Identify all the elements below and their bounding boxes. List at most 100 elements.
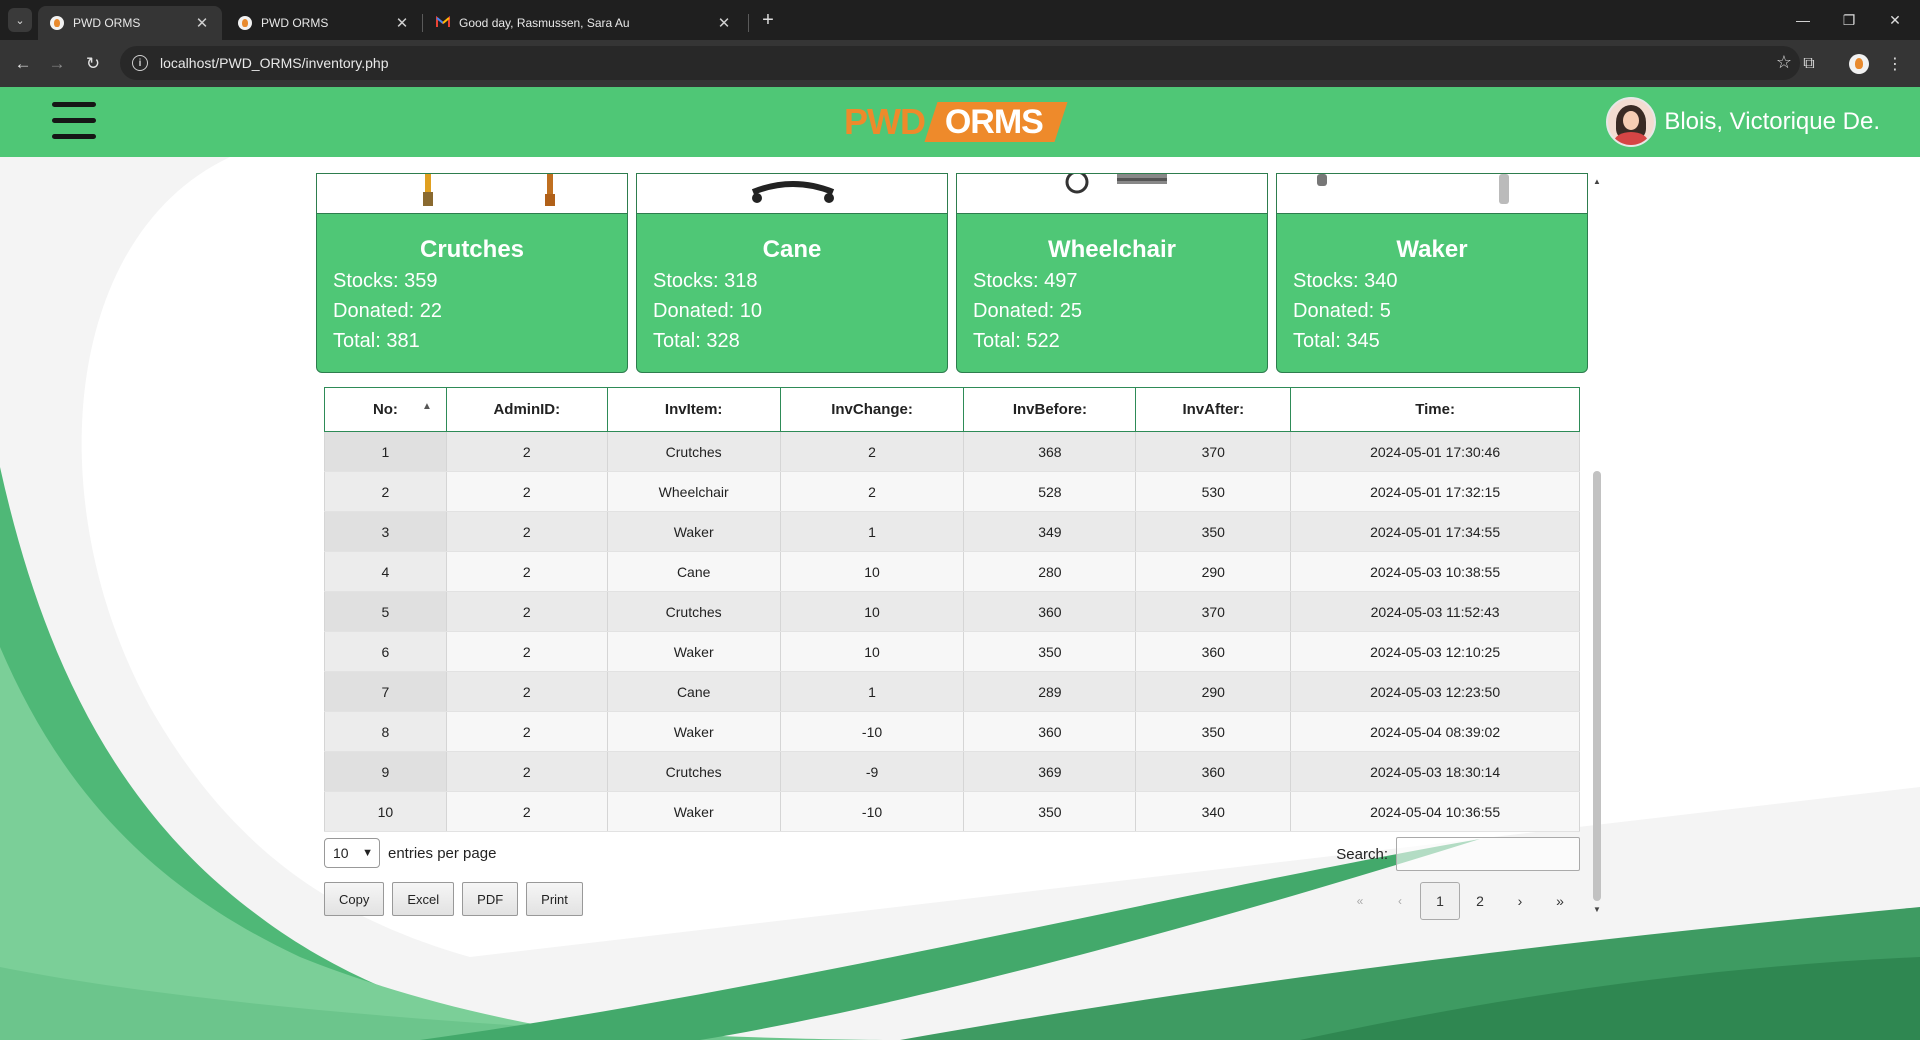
- cell-invbefore: 369: [963, 751, 1137, 792]
- cell-no: 3: [324, 511, 447, 552]
- cell-invafter: 290: [1135, 551, 1292, 592]
- column-header-invchange[interactable]: InvChange:: [779, 387, 965, 432]
- minimize-icon[interactable]: —: [1780, 0, 1826, 40]
- table-row: 7 2 Cane 1 289 290 2024-05-03 12:23:50: [324, 671, 1580, 712]
- table-row: 4 2 Cane 10 280 290 2024-05-03 10:38:55: [324, 551, 1580, 592]
- excel-button[interactable]: Excel: [392, 882, 455, 916]
- cell-no: 9: [324, 751, 447, 792]
- column-header-adminid[interactable]: AdminID:: [445, 387, 608, 432]
- cell-no: 8: [324, 711, 447, 752]
- table-row: 5 2 Crutches 10 360 370 2024-05-03 11:52:43: [324, 591, 1580, 632]
- cell-adminid: 2: [445, 751, 608, 792]
- cell-invitem: Crutches: [606, 751, 781, 792]
- cell-invbefore: 360: [963, 711, 1137, 752]
- card-stocks: Stocks: 318: [653, 270, 758, 292]
- cell-invitem: Wheelchair: [606, 471, 781, 512]
- cell-invafter: 290: [1135, 671, 1292, 712]
- tab-separator: [748, 14, 749, 32]
- close-tab-icon[interactable]: ✕: [394, 14, 410, 32]
- cell-invafter: 530: [1135, 471, 1292, 512]
- cell-invitem: Cane: [606, 551, 781, 592]
- previous-page-button[interactable]: ‹: [1380, 882, 1420, 920]
- logo-pwd-text: PWD: [844, 101, 926, 142]
- reload-icon[interactable]: ↻: [80, 51, 106, 77]
- avatar: [1606, 97, 1657, 147]
- scroll-up-arrow-icon[interactable]: ▲: [1591, 175, 1603, 187]
- browser-menu-kebab-icon[interactable]: ⋮: [1882, 51, 1908, 77]
- address-bar[interactable]: i localhost/PWD_ORMS/inventory.php ☆: [120, 46, 1800, 80]
- scrollbar-thumb[interactable]: [1593, 471, 1601, 901]
- browser-tab-3[interactable]: Good day, Rasmussen, Sara Au ✕: [424, 6, 744, 40]
- pdf-button[interactable]: PDF: [462, 882, 519, 916]
- restore-icon[interactable]: ❐: [1826, 0, 1872, 40]
- tab-title: PWD ORMS: [261, 16, 329, 30]
- scroll-down-arrow-icon[interactable]: ▼: [1591, 903, 1603, 915]
- card-donated: Donated: 5: [1293, 300, 1391, 322]
- browser-tab-2[interactable]: PWD ORMS ✕: [226, 6, 422, 40]
- cell-adminid: 2: [445, 471, 608, 512]
- cell-time: 2024-05-01 17:32:15: [1290, 471, 1580, 512]
- search-input[interactable]: [1396, 837, 1580, 871]
- sort-ascending-icon[interactable]: ▲: [422, 401, 432, 412]
- search-label: Search:: [1336, 845, 1388, 863]
- card-total: Total: 328: [653, 330, 740, 352]
- column-header-no[interactable]: No: ▲: [324, 387, 447, 432]
- cell-invafter: 370: [1135, 431, 1292, 472]
- copy-button[interactable]: Copy: [324, 882, 385, 916]
- table-row: 6 2 Waker 10 350 360 2024-05-03 12:10:25: [324, 631, 1580, 672]
- inventory-card-cane: Cane Stocks: 318 Donated: 10 Total: 328: [636, 173, 948, 373]
- tab-search-dropdown-icon[interactable]: ⌄: [8, 8, 32, 32]
- cell-invchange: 10: [779, 631, 965, 672]
- cell-time: 2024-05-03 11:52:43: [1290, 591, 1580, 632]
- site-favicon-icon: [238, 16, 252, 30]
- column-header-time[interactable]: Time:: [1290, 387, 1580, 432]
- entries-value: 10: [333, 845, 349, 861]
- back-arrow-icon[interactable]: ←: [10, 51, 36, 77]
- card-stocks: Stocks: 340: [1293, 270, 1398, 292]
- forward-arrow-icon[interactable]: →: [44, 51, 70, 77]
- new-tab-plus-icon[interactable]: +: [756, 8, 780, 32]
- cell-invitem: Cane: [606, 671, 781, 712]
- close-tab-icon[interactable]: ✕: [716, 14, 732, 32]
- extensions-puzzle-icon[interactable]: ⧉: [1796, 51, 1822, 77]
- first-page-button[interactable]: «: [1340, 882, 1380, 920]
- site-header: PWD ORMS Blois, Victorique De.: [0, 87, 1920, 157]
- cell-invchange: -10: [779, 791, 965, 832]
- pagination: « ‹ 1 2 › »: [1340, 882, 1580, 920]
- column-header-invafter[interactable]: InvAfter:: [1135, 387, 1292, 432]
- column-header-invitem[interactable]: InvItem:: [606, 387, 781, 432]
- user-profile[interactable]: Blois, Victorique De.: [1606, 97, 1880, 147]
- cell-time: 2024-05-03 18:30:14: [1290, 751, 1580, 792]
- profile-icon[interactable]: [1846, 51, 1872, 77]
- cell-invchange: 1: [779, 671, 965, 712]
- hamburger-menu-icon[interactable]: [52, 102, 96, 142]
- table-row: 3 2 Waker 1 349 350 2024-05-01 17:34:55: [324, 511, 1580, 552]
- tab-title: Good day, Rasmussen, Sara Au: [459, 16, 630, 30]
- site-logo[interactable]: PWD ORMS: [844, 99, 1068, 145]
- cell-no: 2: [324, 471, 447, 512]
- cell-invchange: 10: [779, 591, 965, 632]
- close-window-icon[interactable]: ✕: [1872, 0, 1918, 40]
- print-button[interactable]: Print: [526, 882, 583, 916]
- cell-invafter: 350: [1135, 511, 1292, 552]
- bookmark-star-icon[interactable]: ☆: [1776, 52, 1792, 73]
- cell-adminid: 2: [445, 431, 608, 472]
- cell-no: 5: [324, 591, 447, 632]
- page-button-2[interactable]: 2: [1460, 882, 1500, 920]
- column-header-invbefore[interactable]: InvBefore:: [963, 387, 1137, 432]
- last-page-button[interactable]: »: [1540, 882, 1580, 920]
- tab-title: PWD ORMS: [73, 16, 141, 30]
- close-tab-icon[interactable]: ✕: [194, 14, 210, 32]
- cell-invbefore: 368: [963, 431, 1137, 472]
- next-page-button[interactable]: ›: [1500, 882, 1540, 920]
- card-title: Waker: [1396, 236, 1468, 263]
- browser-tab-1[interactable]: PWD ORMS ✕: [38, 6, 222, 40]
- site-info-icon[interactable]: i: [132, 55, 148, 71]
- cell-invitem: Waker: [606, 511, 781, 552]
- content-scrollbar[interactable]: ▲ ▼: [1591, 175, 1603, 915]
- cell-invitem: Waker: [606, 631, 781, 672]
- card-stocks: Stocks: 497: [973, 270, 1078, 292]
- crutches-image: [317, 174, 627, 214]
- page-button-1[interactable]: 1: [1420, 882, 1460, 920]
- entries-per-page-select[interactable]: 10 ▼: [324, 838, 380, 868]
